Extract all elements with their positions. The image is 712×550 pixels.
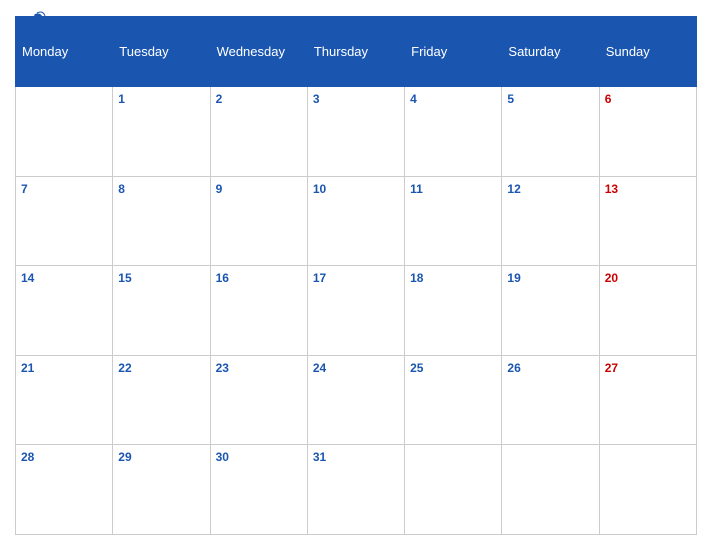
calendar-cell: 25 [405, 355, 502, 445]
calendar-cell: 24 [307, 355, 404, 445]
calendar-cell [16, 87, 113, 177]
calendar-cell: 9 [210, 176, 307, 266]
day-number: 14 [21, 271, 34, 285]
calendar-week-row: 1 2 3 4 5 6 [16, 87, 697, 177]
calendar-week-row: 14 15 16 17 18 19 20 [16, 266, 697, 356]
day-number: 11 [410, 182, 423, 196]
calendar-cell: 5 [502, 87, 599, 177]
day-number: 10 [313, 182, 326, 196]
header-friday: Friday [405, 17, 502, 87]
header-sunday: Sunday [599, 17, 696, 87]
day-number: 28 [21, 450, 34, 464]
day-number: 1 [118, 92, 125, 106]
calendar-cell: 15 [113, 266, 210, 356]
day-number: 25 [410, 361, 423, 375]
calendar-cell: 14 [16, 266, 113, 356]
day-number: 3 [313, 92, 320, 106]
calendar-cell: 10 [307, 176, 404, 266]
calendar-cell: 7 [16, 176, 113, 266]
calendar-cell: 23 [210, 355, 307, 445]
day-number: 9 [216, 182, 223, 196]
calendar-cell: 6 [599, 87, 696, 177]
calendar-cell: 27 [599, 355, 696, 445]
calendar-table: Monday Tuesday Wednesday Thursday Friday… [15, 16, 697, 535]
calendar-cell: 3 [307, 87, 404, 177]
day-number: 17 [313, 271, 326, 285]
weekday-header-row: Monday Tuesday Wednesday Thursday Friday… [16, 17, 697, 87]
day-number: 8 [118, 182, 125, 196]
calendar-cell: 31 [307, 445, 404, 535]
calendar-cell: 4 [405, 87, 502, 177]
calendar-week-row: 21 22 23 24 25 26 27 [16, 355, 697, 445]
calendar-cell [405, 445, 502, 535]
day-number: 27 [605, 361, 618, 375]
calendar-week-row: 7 8 9 10 11 12 13 [16, 176, 697, 266]
calendar-cell: 18 [405, 266, 502, 356]
calendar-cell: 20 [599, 266, 696, 356]
day-number: 5 [507, 92, 514, 106]
calendar-cell: 2 [210, 87, 307, 177]
day-number: 29 [118, 450, 131, 464]
calendar-cell: 26 [502, 355, 599, 445]
day-number: 16 [216, 271, 229, 285]
calendar-week-row: 28 29 30 31 [16, 445, 697, 535]
header-saturday: Saturday [502, 17, 599, 87]
calendar-cell: 21 [16, 355, 113, 445]
calendar-cell [502, 445, 599, 535]
calendar-cell [599, 445, 696, 535]
day-number: 31 [313, 450, 326, 464]
calendar-cell: 16 [210, 266, 307, 356]
day-number: 24 [313, 361, 326, 375]
calendar-cell: 19 [502, 266, 599, 356]
day-number: 13 [605, 182, 618, 196]
day-number: 12 [507, 182, 520, 196]
day-number: 4 [410, 92, 417, 106]
day-number: 23 [216, 361, 229, 375]
day-number: 21 [21, 361, 34, 375]
day-number: 6 [605, 92, 612, 106]
calendar-cell: 17 [307, 266, 404, 356]
header-tuesday: Tuesday [113, 17, 210, 87]
calendar-cell: 28 [16, 445, 113, 535]
calendar-cell: 30 [210, 445, 307, 535]
day-number: 30 [216, 450, 229, 464]
calendar-wrapper: Monday Tuesday Wednesday Thursday Friday… [0, 0, 712, 550]
logo-bird-icon [15, 10, 47, 32]
day-number: 2 [216, 92, 223, 106]
calendar-cell: 13 [599, 176, 696, 266]
day-number: 18 [410, 271, 423, 285]
calendar-cell: 29 [113, 445, 210, 535]
day-number: 26 [507, 361, 520, 375]
day-number: 7 [21, 182, 28, 196]
calendar-cell: 1 [113, 87, 210, 177]
day-number: 15 [118, 271, 131, 285]
logo [15, 10, 48, 32]
calendar-cell: 8 [113, 176, 210, 266]
day-number: 20 [605, 271, 618, 285]
calendar-cell: 22 [113, 355, 210, 445]
header-thursday: Thursday [307, 17, 404, 87]
day-number: 19 [507, 271, 520, 285]
calendar-cell: 11 [405, 176, 502, 266]
calendar-cell: 12 [502, 176, 599, 266]
header-wednesday: Wednesday [210, 17, 307, 87]
day-number: 22 [118, 361, 131, 375]
